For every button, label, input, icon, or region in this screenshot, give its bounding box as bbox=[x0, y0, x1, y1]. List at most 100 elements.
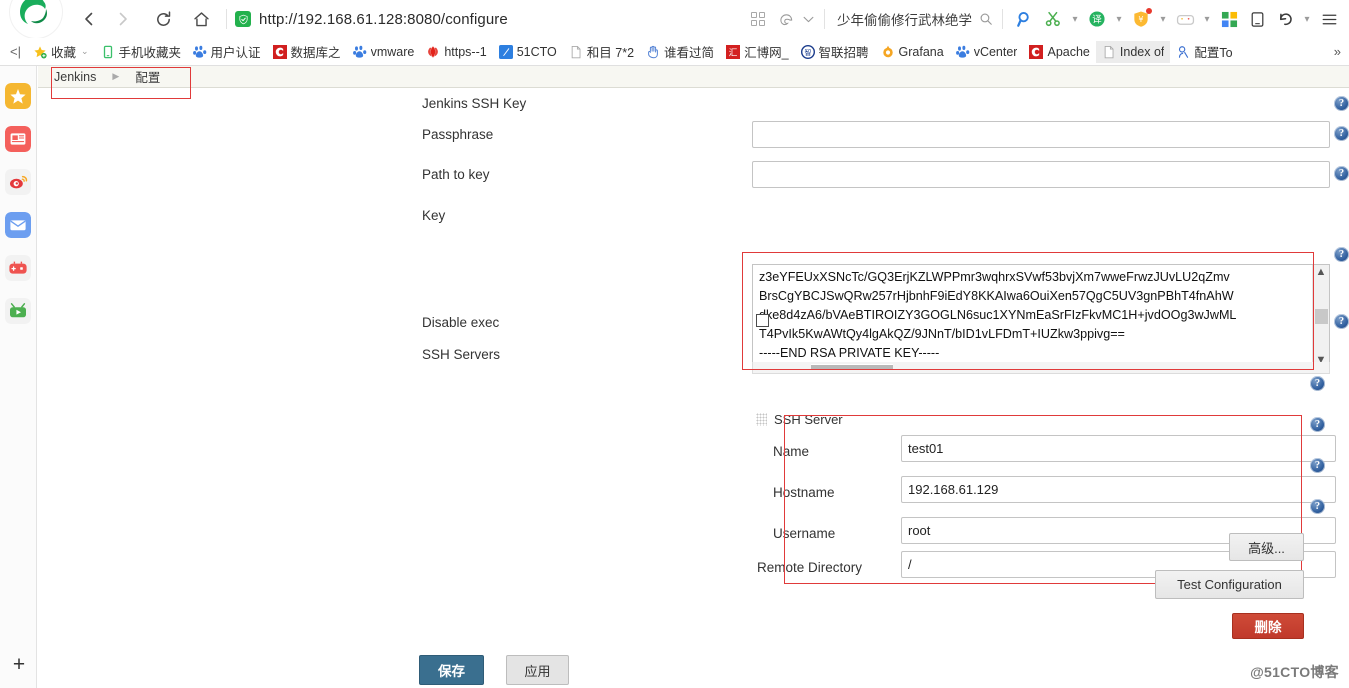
bookmark-mobile-favorites[interactable]: 手机收藏夹 bbox=[95, 41, 187, 63]
bookmark-label: 和目 7*2 bbox=[586, 46, 635, 60]
key-textarea-scrollbar[interactable]: ▲ ▼ bbox=[1312, 265, 1329, 367]
browser-logo-icon bbox=[10, 0, 62, 38]
breadcrumb-separator-icon: ▶ bbox=[112, 71, 120, 81]
svg-text:¥: ¥ bbox=[1138, 14, 1143, 24]
bookmark-database[interactable]: 数据库之 bbox=[267, 41, 347, 63]
bookmark-label: vmware bbox=[370, 44, 415, 59]
bookmark-label: 用户认证 bbox=[210, 46, 261, 60]
help-icon[interactable]: ? bbox=[1310, 376, 1325, 391]
magnifier-icon[interactable] bbox=[1011, 5, 1039, 33]
help-icon[interactable]: ? bbox=[1334, 166, 1349, 181]
disable-exec-checkbox[interactable] bbox=[756, 314, 769, 327]
mobile-icon[interactable] bbox=[1243, 5, 1271, 33]
edge-logo-icon[interactable] bbox=[772, 5, 800, 33]
home-button[interactable] bbox=[184, 2, 218, 36]
bookmark-hemu[interactable]: 和目 7*2 bbox=[563, 41, 640, 63]
key-textarea[interactable]: z3eYFEUxXSNcTc/GQ3ErjKZLWPPmr3wqhrxSVwf5… bbox=[752, 264, 1330, 368]
star-icon[interactable] bbox=[5, 83, 31, 109]
rail-add-button[interactable]: + bbox=[9, 654, 29, 676]
drag-handle-icon[interactable] bbox=[756, 413, 767, 426]
advanced-button[interactable]: 高级... bbox=[1229, 533, 1304, 561]
help-icon[interactable]: ? bbox=[1334, 247, 1349, 262]
bookmark-label: https--1 bbox=[444, 44, 487, 59]
home-icon bbox=[193, 11, 209, 26]
bookmark-vcenter[interactable]: vCenter bbox=[950, 41, 1024, 63]
undo-dropdown-icon[interactable]: ▾ bbox=[1299, 11, 1315, 27]
c-red-icon bbox=[272, 44, 287, 59]
apply-button[interactable]: 应用 bbox=[506, 655, 569, 685]
translate-dropdown-icon[interactable]: ▾ bbox=[1111, 11, 1127, 27]
bookmark-index-of[interactable]: Index of bbox=[1095, 40, 1171, 63]
bookmark-vmware[interactable]: vmware bbox=[347, 41, 421, 63]
game-icon[interactable] bbox=[1171, 5, 1199, 33]
help-icon[interactable]: ? bbox=[1310, 458, 1325, 473]
search-icon[interactable] bbox=[978, 11, 994, 27]
chevron-down-icon[interactable]: ⌄ bbox=[81, 46, 89, 57]
forward-button[interactable] bbox=[106, 2, 140, 36]
delete-button[interactable]: 删除 bbox=[1232, 613, 1304, 639]
bookmark-huibo[interactable]: 汇 汇博网_ bbox=[720, 41, 794, 63]
news-icon[interactable] bbox=[5, 126, 31, 152]
help-icon[interactable]: ? bbox=[1310, 499, 1325, 514]
bookmark-https-1[interactable]: https--1 bbox=[420, 41, 492, 63]
game-dropdown-icon[interactable]: ▾ bbox=[1199, 11, 1215, 27]
row-ssh-servers: SSH Servers bbox=[422, 346, 500, 364]
bookmark-grafana[interactable]: Grafana bbox=[875, 41, 950, 63]
bookmark-user-auth[interactable]: 用户认证 bbox=[187, 41, 267, 63]
row-key: Key bbox=[422, 207, 445, 225]
browser-chrome: http://192.168.61.128:8080/configure 少年偷… bbox=[0, 0, 1349, 66]
help-icon[interactable]: ? bbox=[1310, 417, 1325, 432]
tv-icon[interactable] bbox=[5, 298, 31, 324]
ssh-hostname-input[interactable] bbox=[901, 476, 1336, 503]
hscrollbar-thumb[interactable] bbox=[811, 364, 893, 370]
bookmarks-overflow-left-icon[interactable]: <| bbox=[0, 41, 27, 63]
scissors-icon[interactable] bbox=[1039, 5, 1067, 33]
coupon-dropdown-icon[interactable]: ▾ bbox=[1155, 11, 1171, 27]
back-button[interactable] bbox=[72, 2, 106, 36]
disable-exec-label: Disable exec bbox=[422, 315, 500, 330]
passphrase-input[interactable] bbox=[752, 121, 1330, 148]
bookmarks-overflow-button[interactable]: » bbox=[1326, 44, 1349, 59]
svg-text:汇: 汇 bbox=[729, 47, 738, 58]
path-to-key-input[interactable] bbox=[752, 161, 1330, 188]
bookmark-51cto[interactable]: 51CTO bbox=[493, 41, 563, 63]
weibo-icon[interactable] bbox=[5, 169, 31, 195]
gamepad-icon[interactable] bbox=[5, 255, 31, 281]
watermark: @51CTO博客 bbox=[1250, 664, 1339, 680]
key-label: Key bbox=[422, 208, 446, 223]
scissors-dropdown-icon[interactable]: ▾ bbox=[1067, 11, 1083, 27]
breadcrumb-current[interactable]: 配置 bbox=[135, 67, 160, 86]
apps-grid-icon[interactable] bbox=[744, 5, 772, 33]
coupon-icon[interactable]: ¥ bbox=[1127, 5, 1155, 33]
test-configuration-button[interactable]: Test Configuration bbox=[1155, 570, 1304, 599]
help-icon[interactable]: ? bbox=[1334, 96, 1349, 111]
color-squares-icon[interactable] bbox=[1215, 5, 1243, 33]
ssh-username-label: Username bbox=[773, 526, 836, 541]
scroll-up-arrow-icon[interactable]: ▲ bbox=[1316, 267, 1327, 278]
chevron-down-icon[interactable] bbox=[800, 11, 816, 27]
row-passphrase: Passphrase bbox=[422, 126, 493, 144]
address-bar[interactable]: http://192.168.61.128:8080/configure bbox=[235, 2, 744, 36]
page-icon bbox=[571, 45, 581, 58]
menu-icon[interactable] bbox=[1315, 5, 1343, 33]
ssh-name-input[interactable] bbox=[901, 435, 1336, 462]
ssh-hostname-label: Hostname bbox=[773, 485, 835, 500]
undo-icon[interactable] bbox=[1271, 5, 1299, 33]
scrollbar-thumb[interactable] bbox=[1314, 308, 1328, 324]
left-sidebar: + bbox=[0, 66, 37, 688]
help-icon[interactable]: ? bbox=[1334, 126, 1349, 141]
breadcrumb-jenkins[interactable]: Jenkins bbox=[54, 70, 96, 84]
mail-icon[interactable] bbox=[5, 212, 31, 238]
save-button[interactable]: 保存 bbox=[419, 655, 484, 685]
key-textarea-hscrollbar[interactable] bbox=[752, 362, 1330, 374]
bookmark-shoucang[interactable]: 收藏 ⌄ bbox=[27, 41, 95, 63]
bookmark-zhilian[interactable]: 智 智联招聘 bbox=[795, 41, 875, 63]
grafana-icon bbox=[882, 45, 893, 57]
bookmark-whoviewed[interactable]: 谁看过简 bbox=[640, 41, 720, 63]
help-icon[interactable]: ? bbox=[1334, 314, 1349, 329]
translate-icon[interactable]: 译 bbox=[1083, 5, 1111, 33]
bookmark-config-to[interactable]: 配置To bbox=[1170, 41, 1238, 63]
bookmark-apache[interactable]: Apache bbox=[1023, 41, 1095, 63]
browser-search-box[interactable]: 少年偷偷修行武林绝学 bbox=[833, 5, 994, 33]
reload-button[interactable] bbox=[146, 2, 180, 36]
